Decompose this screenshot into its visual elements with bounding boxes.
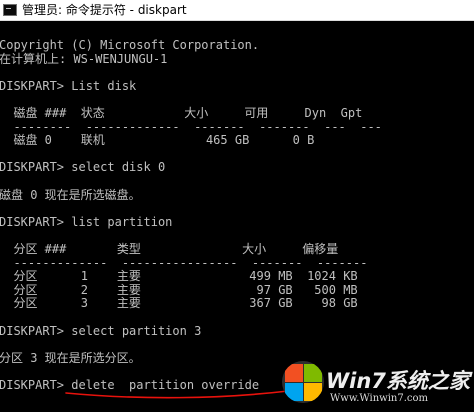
window-title: 管理员: 命令提示符 - diskpart — [22, 3, 187, 17]
cmd-app-icon — [3, 4, 17, 16]
console-output[interactable]: Copyright (C) Microsoft Corporation. 在计算机… — [0, 21, 474, 412]
watermark-url: Www.Winwin7.com — [330, 393, 428, 404]
red-underline-annotation — [65, 390, 289, 399]
title-bar: 管理员: 命令提示符 - diskpart — [0, 0, 474, 21]
watermark: Win7系统之家 Www.Winwin7.com — [276, 357, 474, 412]
watermark-brand: Win7系统之家 — [326, 369, 470, 393]
windows-logo-icon — [282, 361, 324, 403]
